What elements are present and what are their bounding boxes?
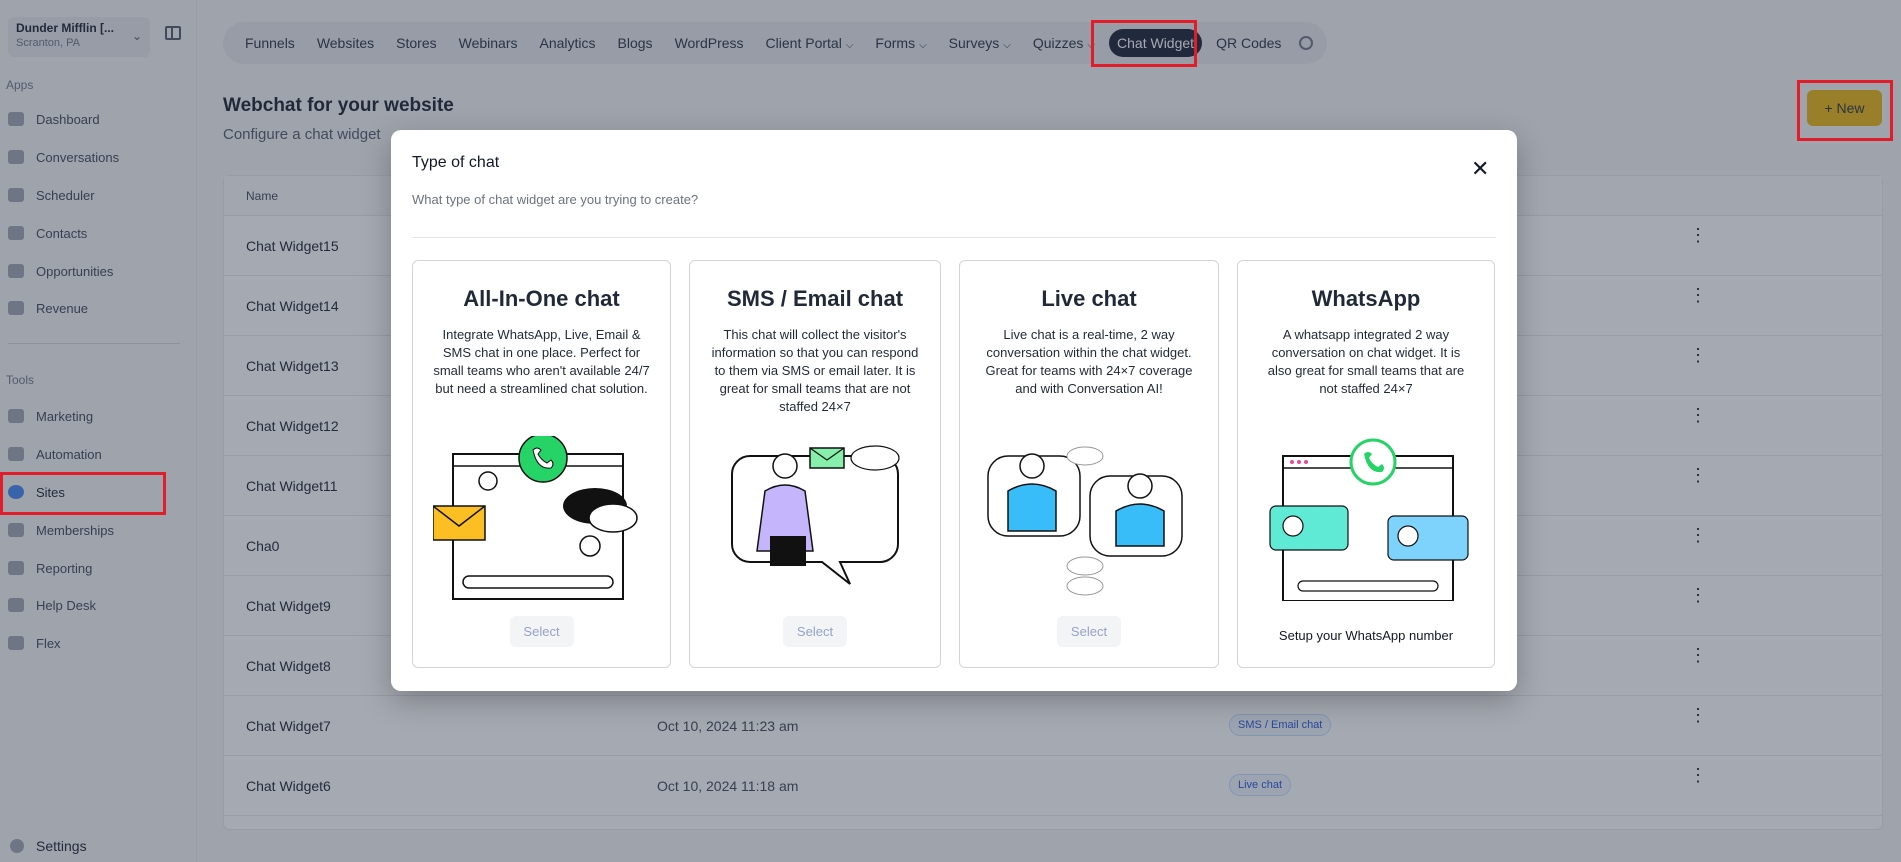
highlight-box-chat-widget: [1091, 20, 1197, 67]
card-title: All-In-One chat: [463, 286, 620, 311]
card-all-in-one-chat[interactable]: All-In-One chat Integrate WhatsApp, Live…: [412, 260, 671, 668]
card-title: SMS / Email chat: [726, 286, 904, 311]
modal-divider: [412, 237, 1496, 238]
select-button[interactable]: Select: [782, 616, 848, 647]
card-live-chat[interactable]: Live chat Live chat is a real-time, 2 wa…: [959, 260, 1219, 668]
whatsapp-illustration: [1269, 438, 1469, 601]
select-button[interactable]: Select: [509, 616, 574, 647]
card-whatsapp[interactable]: WhatsApp A whatsapp integrated 2 way con…: [1237, 260, 1495, 668]
card-title: Live chat: [1041, 286, 1137, 311]
card-description: Live chat is a real-time, 2 way conversa…: [985, 327, 1193, 396]
card-description: A whatsapp integrated 2 way conversation…: [1267, 327, 1465, 396]
highlight-box-new-button: [1797, 80, 1893, 141]
card-title: WhatsApp: [1311, 286, 1421, 311]
modal-subtitle: What type of chat widget are you trying …: [412, 192, 699, 207]
modal-title: Type of chat: [412, 154, 500, 171]
all-in-one-chat-illustration: [433, 436, 638, 600]
card-description: This chat will collect the visitor's inf…: [711, 327, 919, 414]
highlight-box-sites: [0, 472, 166, 515]
card-sms-email-chat[interactable]: SMS / Email chat This chat will collect …: [689, 260, 941, 668]
setup-whatsapp-link[interactable]: Setup your WhatsApp number: [1238, 628, 1494, 643]
card-description: Integrate WhatsApp, Live, Email & SMS ch…: [433, 327, 650, 396]
sms-email-chat-illustration: [731, 445, 900, 585]
select-button[interactable]: Select: [1056, 616, 1122, 647]
live-chat-illustration: [987, 446, 1183, 596]
close-icon[interactable]: ✕: [1471, 156, 1489, 182]
chat-type-modal: Type of chat What type of chat widget ar…: [391, 130, 1517, 691]
